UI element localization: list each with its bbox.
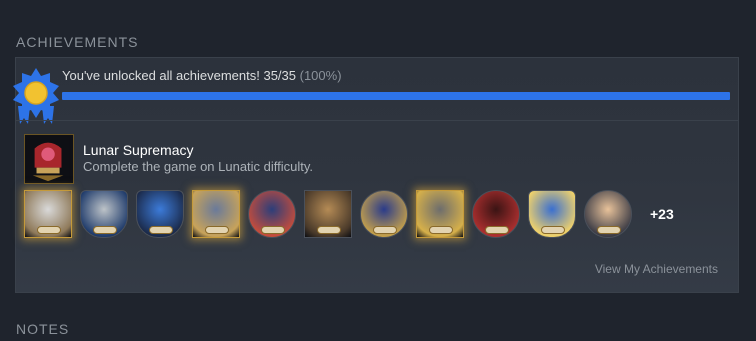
achievement-icon-chest[interactable] — [304, 190, 352, 238]
achievement-icon-fortress[interactable] — [416, 190, 464, 238]
achievement-badge-base — [261, 226, 285, 234]
achievement-badge-base — [485, 226, 509, 234]
featured-achievement-description: Complete the game on Lunatic difficulty. — [83, 159, 314, 174]
achievements-section-title: ACHIEVEMENTS — [16, 34, 139, 50]
achievement-icon-dark-figures[interactable] — [472, 190, 520, 238]
achievement-icon-gears[interactable] — [80, 190, 128, 238]
featured-achievement-name: Lunar Supremacy — [83, 142, 194, 158]
divider — [16, 120, 738, 121]
progress-fill — [62, 92, 730, 100]
achievement-badge-base — [37, 226, 61, 234]
achievement-icon-throne[interactable] — [360, 190, 408, 238]
achievement-badge-base — [429, 226, 453, 234]
achievement-icon-lightning[interactable] — [528, 190, 576, 238]
achievement-icon-blue-book[interactable] — [136, 190, 184, 238]
completion-progress-bar — [62, 92, 730, 100]
achievement-badge-base — [597, 226, 621, 234]
completion-text: You've unlocked all achievements! 35/35 — [62, 68, 296, 83]
completion-percent: (100%) — [299, 68, 342, 83]
achievement-badge-base — [317, 226, 341, 234]
achievement-badge-base — [149, 226, 173, 234]
view-my-achievements-link[interactable]: View My Achievements — [595, 262, 718, 276]
achievement-badge-base — [373, 226, 397, 234]
achievement-badge-base — [541, 226, 565, 234]
achievement-badge-base — [93, 226, 117, 234]
achievement-icon-clock-tower[interactable] — [248, 190, 296, 238]
achievement-icon-knight[interactable] — [24, 190, 72, 238]
achievement-badge-base — [205, 226, 229, 234]
achievement-icon-mech-card[interactable] — [192, 190, 240, 238]
achievement-icon-portrait[interactable] — [584, 190, 632, 238]
completion-summary: You've unlocked all achievements! 35/35 … — [62, 68, 342, 83]
more-achievements-count[interactable]: +23 — [650, 206, 674, 222]
notes-section-title: NOTES — [16, 321, 70, 337]
lunar-supremacy-icon[interactable] — [24, 134, 74, 184]
